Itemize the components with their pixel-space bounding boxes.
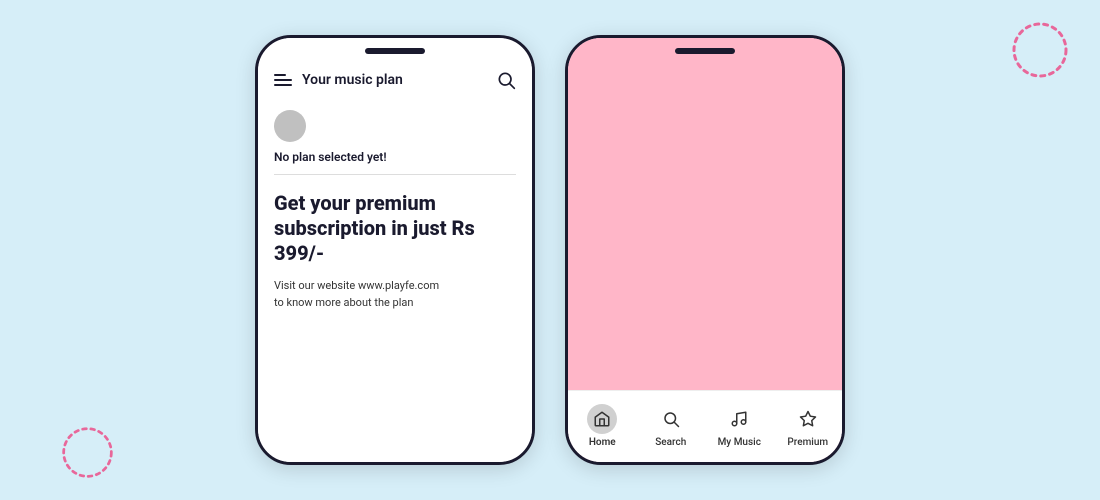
- pink-content-area: [568, 38, 842, 390]
- nav-label-search: Search: [655, 437, 686, 448]
- no-plan-label: No plan selected yet!: [274, 150, 516, 164]
- phone-left: Your music plan No plan selected yet! Ge…: [255, 35, 535, 465]
- nav-label-my-music: My Music: [718, 437, 761, 448]
- page-title: Your music plan: [302, 72, 403, 88]
- nav-item-home[interactable]: Home: [568, 404, 637, 448]
- phone-left-body: No plan selected yet! Get your premium s…: [258, 102, 532, 462]
- search-button[interactable]: [496, 70, 516, 90]
- nav-label-premium: Premium: [787, 437, 828, 448]
- deco-circle-bottomleft: [60, 425, 115, 480]
- phone-right-content: Home Search: [568, 38, 842, 462]
- promo-subtext: Visit our website www.playfe.comto know …: [274, 278, 516, 311]
- header-left: Your music plan: [274, 72, 403, 88]
- phone-left-content: Your music plan No plan selected yet! Ge…: [258, 38, 532, 462]
- phone-left-header: Your music plan: [258, 38, 532, 102]
- search-nav-icon: [656, 404, 686, 434]
- deco-circle-topright: [1010, 20, 1070, 80]
- divider: [274, 174, 516, 175]
- home-icon-bg: [587, 404, 617, 434]
- nav-label-home: Home: [589, 437, 616, 448]
- nav-item-search[interactable]: Search: [637, 404, 706, 448]
- nav-item-my-music[interactable]: My Music: [705, 404, 774, 448]
- promo-heading: Get your premium subscription in just Rs…: [274, 191, 516, 266]
- my-music-icon: [724, 404, 754, 434]
- bottom-navigation: Home Search: [568, 390, 842, 462]
- nav-item-premium[interactable]: Premium: [774, 404, 843, 448]
- avatar: [274, 110, 306, 142]
- phone-right: Home Search: [565, 35, 845, 465]
- phones-container: Your music plan No plan selected yet! Ge…: [255, 35, 845, 465]
- hamburger-icon[interactable]: [274, 74, 292, 86]
- premium-icon: [793, 404, 823, 434]
